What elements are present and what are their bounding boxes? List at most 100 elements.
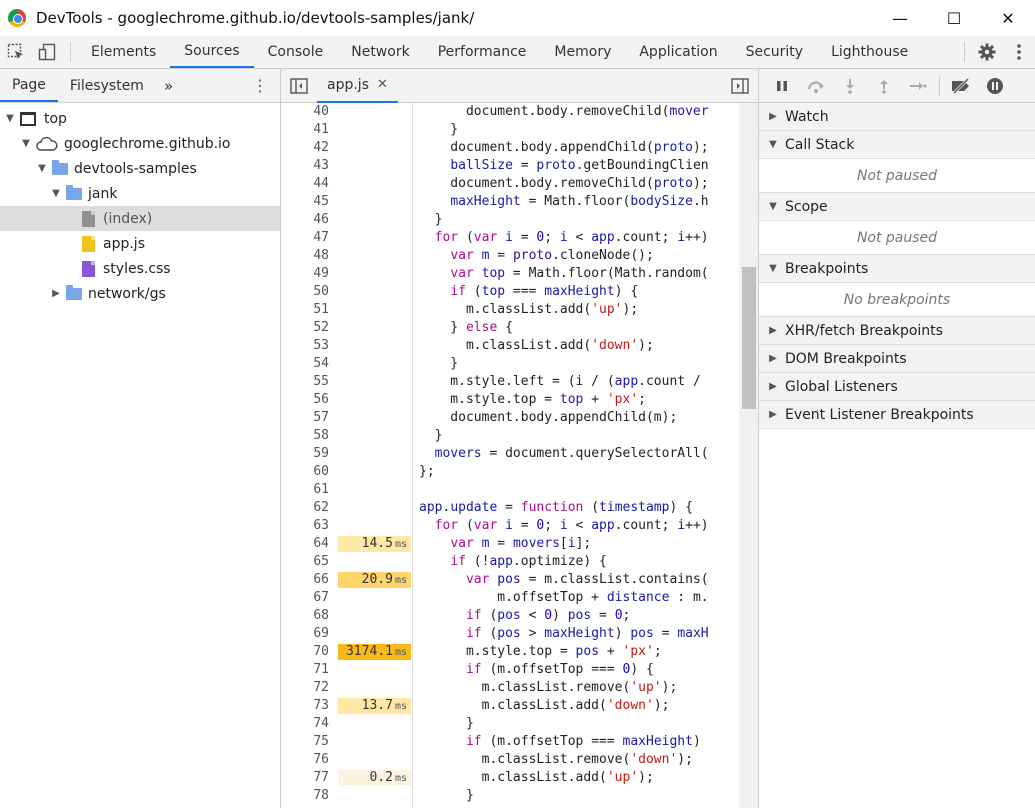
tab-lighthouse[interactable]: Lighthouse (817, 36, 922, 68)
tab-elements[interactable]: Elements (77, 36, 170, 68)
gear-icon[interactable] (971, 36, 1003, 68)
performance-timing-column: 14.5 ms 20.9 ms 3174.1 ms 13.7 ms 0.2 ms (336, 103, 413, 808)
expanded-triangle-icon[interactable]: ▼ (4, 113, 16, 124)
line-number: 41 (313, 122, 329, 137)
navigator-menu-icon[interactable]: ⋮ (240, 69, 280, 102)
more-tabs-icon[interactable]: » (156, 69, 181, 102)
toggle-navigator-icon[interactable] (281, 77, 317, 94)
line-number: 45 (313, 194, 329, 209)
tree-item-top[interactable]: ▼ top (0, 106, 280, 131)
tree-item-folder[interactable]: ▼ jank (0, 181, 280, 206)
editor-scrollbar[interactable] (739, 103, 758, 808)
section-title: Watch (785, 108, 829, 125)
breakpoints-section-header[interactable]: ▼ Breakpoints (759, 255, 1035, 283)
tab-performance[interactable]: Performance (424, 36, 541, 68)
tree-item-folder[interactable]: ▼ devtools-samples (0, 156, 280, 181)
scrollbar-thumb[interactable] (742, 267, 756, 409)
code-line: document.body.appendChild(proto); (419, 140, 709, 155)
collapsed-triangle-icon[interactable]: ▶ (50, 288, 62, 299)
minimize-button[interactable]: — (873, 0, 927, 36)
timing-value: 13.7 (361, 698, 393, 713)
collapsed-triangle-icon: ▶ (769, 325, 777, 336)
pause-on-exceptions-icon[interactable] (978, 69, 1012, 103)
section-title: Breakpoints (785, 260, 869, 277)
tab-security[interactable]: Security (732, 36, 818, 68)
step-out-icon[interactable] (867, 69, 901, 103)
more-options-icon[interactable] (1003, 36, 1035, 68)
source-code[interactable]: document.body.removeChild(mover } docume… (413, 103, 739, 808)
line-number: 73 (313, 698, 329, 713)
close-tab-icon[interactable]: ✕ (377, 77, 388, 92)
line-number: 61 (313, 482, 329, 497)
tab-page[interactable]: Page (0, 69, 58, 102)
timing-unit: ms (394, 701, 407, 712)
dom-breakpoints-section-header[interactable]: ▶ DOM Breakpoints (759, 345, 1035, 373)
code-line: } else { (419, 320, 513, 335)
line-number: 74 (313, 716, 329, 731)
expanded-triangle-icon[interactable]: ▼ (36, 163, 48, 174)
tab-application[interactable]: Application (625, 36, 731, 68)
editor-tab-label: app.js (327, 76, 369, 93)
watch-section-header[interactable]: ▶ Watch (759, 103, 1035, 131)
tab-network[interactable]: Network (337, 36, 423, 68)
inspect-element-icon[interactable] (0, 36, 32, 68)
tree-item-file[interactable]: styles.css (0, 256, 280, 281)
code-line: }; (419, 464, 435, 479)
line-number: 53 (313, 338, 329, 353)
folder-icon (66, 184, 82, 200)
tab-console[interactable]: Console (254, 36, 338, 68)
code-line: for (var i = 0; i < app.count; i++) (434, 230, 709, 245)
editor-tab-app-js[interactable]: app.js ✕ (317, 69, 398, 103)
expanded-triangle-icon[interactable]: ▼ (50, 188, 62, 199)
line-number: 58 (313, 428, 329, 443)
code-area[interactable]: 40 41 42 43 44 45 46 47 48 49 50 51 52 5… (281, 103, 758, 808)
line-number: 55 (313, 374, 329, 389)
line-number: 70 (313, 644, 329, 659)
code-line: m.classList.remove('up'); (419, 680, 678, 695)
chrome-logo-icon (8, 9, 26, 27)
close-window-button[interactable]: ✕ (981, 0, 1035, 36)
tab-filesystem[interactable]: Filesystem (58, 69, 156, 102)
device-toolbar-icon[interactable] (32, 36, 64, 68)
line-number: 59 (313, 446, 329, 461)
tree-item-domain[interactable]: ▼ googlechrome.github.io (0, 131, 280, 156)
line-number: 42 (313, 140, 329, 155)
step-over-icon[interactable] (799, 69, 833, 103)
line-number-gutter[interactable]: 40 41 42 43 44 45 46 47 48 49 50 51 52 5… (281, 103, 336, 808)
tree-item-label: top (44, 110, 67, 127)
line-number: 77 (313, 770, 329, 785)
pause-icon[interactable] (765, 69, 799, 103)
tab-sources[interactable]: Sources (170, 36, 254, 68)
tree-item-label: googlechrome.github.io (64, 135, 231, 152)
line-number: 66 (313, 572, 329, 587)
expanded-triangle-icon[interactable]: ▼ (20, 138, 32, 149)
callstack-section-header[interactable]: ▼ Call Stack (759, 131, 1035, 159)
editor-tabs: app.js ✕ (281, 69, 758, 103)
line-number: 46 (313, 212, 329, 227)
line-number: 54 (313, 356, 329, 371)
line-number: 47 (313, 230, 329, 245)
deactivate-breakpoints-icon[interactable] (944, 69, 978, 103)
scope-section-header[interactable]: ▼ Scope (759, 193, 1035, 221)
tab-memory[interactable]: Memory (540, 36, 625, 68)
debugger-sidebar: ▶ Watch ▼ Call Stack Not paused ▼ Scope … (759, 69, 1035, 808)
maximize-button[interactable]: ☐ (927, 0, 981, 36)
tree-item-folder[interactable]: ▶ network/gs (0, 281, 280, 306)
tree-item-file[interactable]: app.js (0, 231, 280, 256)
global-listeners-section-header[interactable]: ▶ Global Listeners (759, 373, 1035, 401)
line-timing-badge: 13.7 ms (338, 698, 411, 714)
folder-icon (66, 284, 82, 300)
event-listener-breakpoints-section-header[interactable]: ▶ Event Listener Breakpoints (759, 401, 1035, 429)
line-number: 72 (313, 680, 329, 695)
timing-value: 0.2 (369, 770, 393, 785)
tree-item-file[interactable]: (index) (0, 206, 280, 231)
code-line: document.body.appendChild(m); (419, 410, 678, 425)
toggle-debugger-icon[interactable] (722, 77, 758, 94)
line-number: 40 (313, 104, 329, 119)
collapsed-triangle-icon: ▶ (769, 111, 777, 122)
step-into-icon[interactable] (833, 69, 867, 103)
stylesheet-file-icon (82, 260, 95, 277)
xhr-breakpoints-section-header[interactable]: ▶ XHR/fetch Breakpoints (759, 317, 1035, 345)
step-icon[interactable] (901, 69, 935, 103)
line-number: 68 (313, 608, 329, 623)
